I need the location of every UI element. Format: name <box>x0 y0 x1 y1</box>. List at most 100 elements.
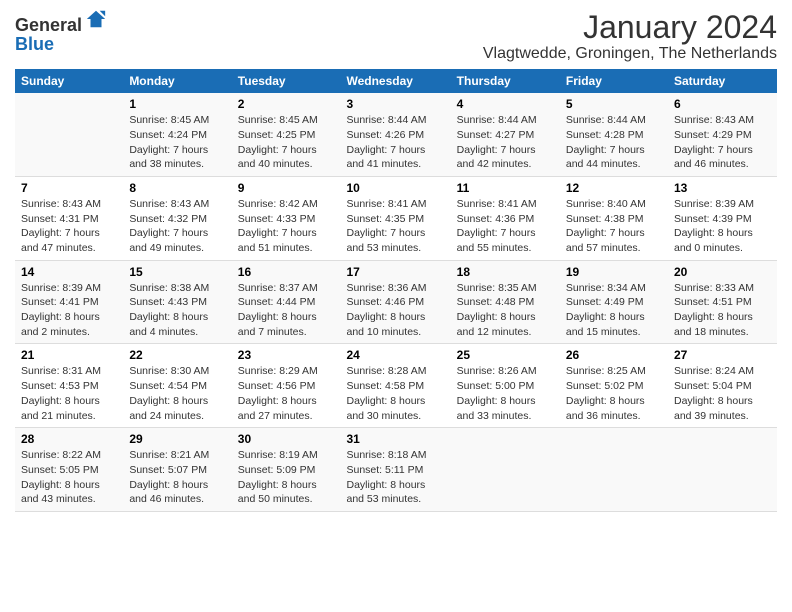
day-info: Sunrise: 8:28 AMSunset: 4:58 PMDaylight:… <box>346 364 444 423</box>
calendar-cell <box>668 428 777 512</box>
day-number: 25 <box>457 348 554 362</box>
calendar-cell: 27Sunrise: 8:24 AMSunset: 5:04 PMDayligh… <box>668 344 777 428</box>
day-number: 22 <box>129 348 225 362</box>
day-info: Sunrise: 8:36 AMSunset: 4:46 PMDaylight:… <box>346 281 444 340</box>
day-number: 24 <box>346 348 444 362</box>
calendar-week-row: 1Sunrise: 8:45 AMSunset: 4:24 PMDaylight… <box>15 93 777 176</box>
calendar-cell: 11 Sunrise: 8:41 AMSunset: 4:36 PMDayligh… <box>451 176 560 260</box>
logo: General Blue <box>15 14 107 53</box>
day-info: Sunrise: 8:38 AMSunset: 4:43 PMDaylight:… <box>129 281 225 340</box>
day-number: 29 <box>129 432 225 446</box>
day-number: 23 <box>238 348 335 362</box>
main-container: General Blue January 2024 Vlagtwedde, Gr… <box>0 0 792 522</box>
col-saturday: Saturday <box>668 69 777 93</box>
calendar-cell: 10Sunrise: 8:41 AMSunset: 4:35 PMDayligh… <box>340 176 450 260</box>
calendar-cell: 30 Sunrise: 8:19 AMSunset: 5:09 PMDayligh… <box>232 428 341 512</box>
day-info: Sunrise: 8:39 AMSunset: 4:39 PMDaylight:… <box>674 197 771 256</box>
header-row: Sunday Monday Tuesday Wednesday Thursday… <box>15 69 777 93</box>
day-info: Sunrise: 8:39 AMSunset: 4:41 PMDaylight:… <box>21 281 117 340</box>
day-number: 30 <box>238 432 335 446</box>
day-number: 31 <box>346 432 444 446</box>
day-info: Sunrise: 8:24 AMSunset: 5:04 PMDaylight:… <box>674 364 771 423</box>
day-number: 4 <box>457 97 554 111</box>
col-monday: Monday <box>123 69 231 93</box>
calendar-cell: 9 Sunrise: 8:42 AMSunset: 4:33 PMDaylight… <box>232 176 341 260</box>
day-info: Sunrise: 8:41 AMSunset: 4:36 PMDaylight:… <box>457 197 554 256</box>
day-number: 1 <box>129 97 225 111</box>
day-info: Sunrise: 8:19 AMSunset: 5:09 PMDaylight:… <box>238 448 335 507</box>
calendar-cell: 17 Sunrise: 8:36 AMSunset: 4:46 PMDayligh… <box>340 260 450 344</box>
day-number: 5 <box>566 97 662 111</box>
day-info: Sunrise: 8:30 AMSunset: 4:54 PMDaylight:… <box>129 364 225 423</box>
title-area: January 2024 Vlagtwedde, Groningen, The … <box>483 10 777 63</box>
day-number: 28 <box>21 432 117 446</box>
calendar-cell: 19Sunrise: 8:34 AMSunset: 4:49 PMDayligh… <box>560 260 668 344</box>
col-wednesday: Wednesday <box>340 69 450 93</box>
day-number: 21 <box>21 348 117 362</box>
calendar-cell: 16 Sunrise: 8:37 AMSunset: 4:44 PMDayligh… <box>232 260 341 344</box>
day-number: 7 <box>21 181 117 195</box>
location-title: Vlagtwedde, Groningen, The Netherlands <box>483 45 777 63</box>
calendar-cell: 26Sunrise: 8:25 AMSunset: 5:02 PMDayligh… <box>560 344 668 428</box>
calendar-cell: 18Sunrise: 8:35 AMSunset: 4:48 PMDayligh… <box>451 260 560 344</box>
day-number: 8 <box>129 181 225 195</box>
day-info: Sunrise: 8:44 AMSunset: 4:26 PMDaylight:… <box>346 113 444 172</box>
day-info: Sunrise: 8:44 AMSunset: 4:27 PMDaylight:… <box>457 113 554 172</box>
day-info: Sunrise: 8:43 AMSunset: 4:32 PMDaylight:… <box>129 197 225 256</box>
calendar-cell: 8 Sunrise: 8:43 AMSunset: 4:32 PMDaylight… <box>123 176 231 260</box>
col-thursday: Thursday <box>451 69 560 93</box>
calendar-cell: 15 Sunrise: 8:38 AMSunset: 4:43 PMDayligh… <box>123 260 231 344</box>
col-friday: Friday <box>560 69 668 93</box>
calendar-cell: 24 Sunrise: 8:28 AMSunset: 4:58 PMDayligh… <box>340 344 450 428</box>
calendar-cell: 2Sunrise: 8:45 AMSunset: 4:25 PMDaylight… <box>232 93 341 176</box>
calendar-cell: 1Sunrise: 8:45 AMSunset: 4:24 PMDaylight… <box>123 93 231 176</box>
calendar-cell: 13 Sunrise: 8:39 AMSunset: 4:39 PMDayligh… <box>668 176 777 260</box>
calendar-week-row: 21 Sunrise: 8:31 AMSunset: 4:53 PMDayligh… <box>15 344 777 428</box>
day-info: Sunrise: 8:40 AMSunset: 4:38 PMDaylight:… <box>566 197 662 256</box>
calendar-cell <box>560 428 668 512</box>
calendar-cell: 3 Sunrise: 8:44 AMSunset: 4:26 PMDaylight… <box>340 93 450 176</box>
month-title: January 2024 <box>483 10 777 45</box>
logo-icon <box>85 8 107 35</box>
day-number: 11 <box>457 181 554 195</box>
calendar-table: Sunday Monday Tuesday Wednesday Thursday… <box>15 69 777 512</box>
day-info: Sunrise: 8:43 AMSunset: 4:31 PMDaylight:… <box>21 197 117 256</box>
day-info: Sunrise: 8:37 AMSunset: 4:44 PMDaylight:… <box>238 281 335 340</box>
day-number: 9 <box>238 181 335 195</box>
day-info: Sunrise: 8:26 AMSunset: 5:00 PMDaylight:… <box>457 364 554 423</box>
day-number: 6 <box>674 97 771 111</box>
day-info: Sunrise: 8:34 AMSunset: 4:49 PMDaylight:… <box>566 281 662 340</box>
calendar-cell: 22 Sunrise: 8:30 AMSunset: 4:54 PMDayligh… <box>123 344 231 428</box>
calendar-week-row: 7 Sunrise: 8:43 AMSunset: 4:31 PMDaylight… <box>15 176 777 260</box>
day-number: 14 <box>21 265 117 279</box>
calendar-cell: 12Sunrise: 8:40 AMSunset: 4:38 PMDayligh… <box>560 176 668 260</box>
day-number: 13 <box>674 181 771 195</box>
day-info: Sunrise: 8:25 AMSunset: 5:02 PMDaylight:… <box>566 364 662 423</box>
day-number: 10 <box>346 181 444 195</box>
day-number: 2 <box>238 97 335 111</box>
day-number: 16 <box>238 265 335 279</box>
calendar-cell <box>451 428 560 512</box>
day-number: 18 <box>457 265 554 279</box>
calendar-cell: 20 Sunrise: 8:33 AMSunset: 4:51 PMDayligh… <box>668 260 777 344</box>
day-info: Sunrise: 8:22 AMSunset: 5:05 PMDaylight:… <box>21 448 117 507</box>
day-number: 17 <box>346 265 444 279</box>
day-info: Sunrise: 8:33 AMSunset: 4:51 PMDaylight:… <box>674 281 771 340</box>
day-info: Sunrise: 8:43 AMSunset: 4:29 PMDaylight:… <box>674 113 771 172</box>
day-number: 20 <box>674 265 771 279</box>
calendar-cell: 6 Sunrise: 8:43 AMSunset: 4:29 PMDaylight… <box>668 93 777 176</box>
day-info: Sunrise: 8:42 AMSunset: 4:33 PMDaylight:… <box>238 197 335 256</box>
calendar-cell: 25 Sunrise: 8:26 AMSunset: 5:00 PMDayligh… <box>451 344 560 428</box>
calendar-cell: 21 Sunrise: 8:31 AMSunset: 4:53 PMDayligh… <box>15 344 123 428</box>
day-info: Sunrise: 8:31 AMSunset: 4:53 PMDaylight:… <box>21 364 117 423</box>
calendar-cell: 31 Sunrise: 8:18 AMSunset: 5:11 PMDayligh… <box>340 428 450 512</box>
day-number: 3 <box>346 97 444 111</box>
calendar-cell: 7 Sunrise: 8:43 AMSunset: 4:31 PMDaylight… <box>15 176 123 260</box>
calendar-cell: 28 Sunrise: 8:22 AMSunset: 5:05 PMDayligh… <box>15 428 123 512</box>
day-info: Sunrise: 8:18 AMSunset: 5:11 PMDaylight:… <box>346 448 444 507</box>
day-info: Sunrise: 8:29 AMSunset: 4:56 PMDaylight:… <box>238 364 335 423</box>
logo-text-blue: Blue <box>15 35 107 53</box>
calendar-cell: 23 Sunrise: 8:29 AMSunset: 4:56 PMDayligh… <box>232 344 341 428</box>
calendar-cell: 5Sunrise: 8:44 AMSunset: 4:28 PMDaylight… <box>560 93 668 176</box>
day-number: 15 <box>129 265 225 279</box>
